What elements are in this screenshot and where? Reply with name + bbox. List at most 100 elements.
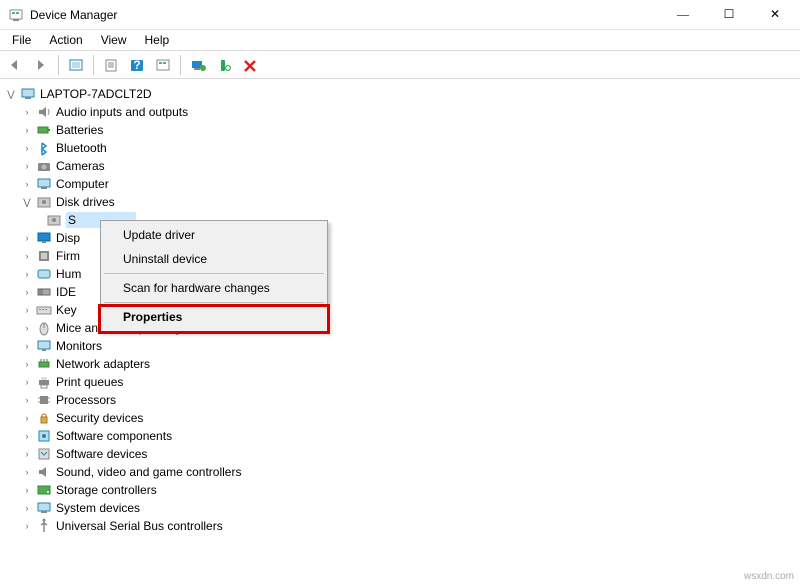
node-label: Universal Serial Bus controllers — [56, 519, 223, 533]
expander-icon[interactable]: › — [20, 429, 34, 443]
expander-icon[interactable]: › — [20, 141, 34, 155]
disk-icon — [46, 212, 62, 228]
context-item[interactable]: Properties — [103, 305, 325, 329]
expander-icon[interactable]: › — [20, 375, 34, 389]
network-icon — [36, 356, 52, 372]
expander-icon[interactable]: › — [20, 357, 34, 371]
tree-node[interactable]: › Batteries — [4, 121, 796, 139]
audio-icon — [36, 104, 52, 120]
close-button[interactable]: ✕ — [752, 0, 798, 30]
menu-action[interactable]: Action — [41, 31, 90, 49]
node-label: IDE — [56, 285, 76, 299]
expander-icon[interactable]: › — [20, 123, 34, 137]
help-button[interactable]: ? — [126, 54, 148, 76]
tree-node[interactable]: › Computer — [4, 175, 796, 193]
expander-icon[interactable]: › — [20, 339, 34, 353]
context-separator — [104, 302, 324, 303]
tree-root[interactable]: ⋁ LAPTOP-7ADCLT2D — [4, 85, 796, 103]
tree-node[interactable]: › Storage controllers — [4, 481, 796, 499]
node-label: Print queues — [56, 375, 123, 389]
context-separator — [104, 273, 324, 274]
expander-icon[interactable]: › — [20, 483, 34, 497]
node-label: Monitors — [56, 339, 102, 353]
node-label: LAPTOP-7ADCLT2D — [40, 87, 152, 101]
camera-icon — [36, 158, 52, 174]
properties-button[interactable] — [100, 54, 122, 76]
expander-icon[interactable]: ⋁ — [4, 87, 18, 101]
software-dev-icon — [36, 446, 52, 462]
show-hidden-button[interactable] — [65, 54, 87, 76]
refresh-button[interactable] — [152, 54, 174, 76]
monitor-icon — [36, 338, 52, 354]
context-item[interactable]: Scan for hardware changes — [103, 276, 325, 300]
expander-icon[interactable]: ⋁ — [20, 195, 34, 209]
node-label: Software components — [56, 429, 172, 443]
toolbar-divider — [180, 55, 181, 75]
menu-view[interactable]: View — [93, 31, 135, 49]
context-item[interactable]: Update driver — [103, 223, 325, 247]
tree-node[interactable]: ›Security devices — [4, 409, 796, 427]
tree-node[interactable]: ⋁ Disk drives — [4, 193, 796, 211]
expander-icon[interactable]: › — [20, 177, 34, 191]
processor-icon — [36, 392, 52, 408]
expander-icon[interactable]: › — [20, 393, 34, 407]
tree-node[interactable]: › Network adapters — [4, 355, 796, 373]
tree-node[interactable]: ›Cameras — [4, 157, 796, 175]
expander-icon[interactable]: › — [20, 411, 34, 425]
tree-node[interactable]: ›Processors — [4, 391, 796, 409]
node-label: System devices — [56, 501, 140, 515]
tree-node[interactable]: ›Audio inputs and outputs — [4, 103, 796, 121]
menu-file[interactable]: File — [4, 31, 39, 49]
expander-icon[interactable]: › — [20, 519, 34, 533]
svg-text:?: ? — [133, 58, 140, 72]
context-item[interactable]: Uninstall device — [103, 247, 325, 271]
back-button[interactable] — [4, 54, 26, 76]
tree-node[interactable]: › Print queues — [4, 373, 796, 391]
expander-icon[interactable]: › — [20, 465, 34, 479]
node-label: Disp — [56, 231, 80, 245]
expander-icon[interactable]: › — [20, 231, 34, 245]
system-icon — [36, 500, 52, 516]
node-label: Computer — [56, 177, 109, 191]
node-label: Bluetooth — [56, 141, 107, 155]
minimize-button[interactable]: — — [660, 0, 706, 30]
ide-icon — [36, 284, 52, 300]
expander-icon[interactable]: › — [20, 249, 34, 263]
tree-node[interactable]: › Software devices — [4, 445, 796, 463]
disable-button[interactable] — [239, 54, 261, 76]
expander-icon[interactable]: › — [20, 159, 34, 173]
expander-icon[interactable]: › — [20, 321, 34, 335]
window-controls: — ☐ ✕ — [660, 0, 798, 30]
keyboard-icon — [36, 302, 52, 318]
tree-node[interactable]: › Universal Serial Bus controllers — [4, 517, 796, 535]
context-menu: Update driverUninstall device Scan for ha… — [100, 220, 328, 332]
node-label: Disk drives — [56, 195, 115, 209]
forward-button[interactable] — [30, 54, 52, 76]
tree-node[interactable]: › System devices — [4, 499, 796, 517]
tree-node[interactable]: › Bluetooth — [4, 139, 796, 157]
menu-help[interactable]: Help — [137, 31, 178, 49]
expander-icon[interactable]: › — [20, 105, 34, 119]
firmware-icon — [36, 248, 52, 264]
app-icon — [8, 7, 24, 23]
uninstall-button[interactable] — [213, 54, 235, 76]
node-label: Storage controllers — [56, 483, 157, 497]
node-label: Network adapters — [56, 357, 150, 371]
node-label: Sound, video and game controllers — [56, 465, 241, 479]
update-driver-button[interactable] — [187, 54, 209, 76]
tree-node[interactable]: › Sound, video and game controllers — [4, 463, 796, 481]
expander-icon[interactable]: › — [20, 285, 34, 299]
node-label: Software devices — [56, 447, 147, 461]
expander-icon[interactable]: › — [20, 501, 34, 515]
software-comp-icon — [36, 428, 52, 444]
expander-icon[interactable]: › — [20, 447, 34, 461]
toolbar-divider — [93, 55, 94, 75]
node-label: Batteries — [56, 123, 103, 137]
tree-node[interactable]: › Software components — [4, 427, 796, 445]
tree-node[interactable]: › Monitors — [4, 337, 796, 355]
expander-icon[interactable]: › — [20, 303, 34, 317]
toolbar: ? — [0, 51, 800, 79]
expander-icon[interactable]: › — [20, 267, 34, 281]
watermark: wsxdn.com — [744, 571, 794, 582]
maximize-button[interactable]: ☐ — [706, 0, 752, 30]
